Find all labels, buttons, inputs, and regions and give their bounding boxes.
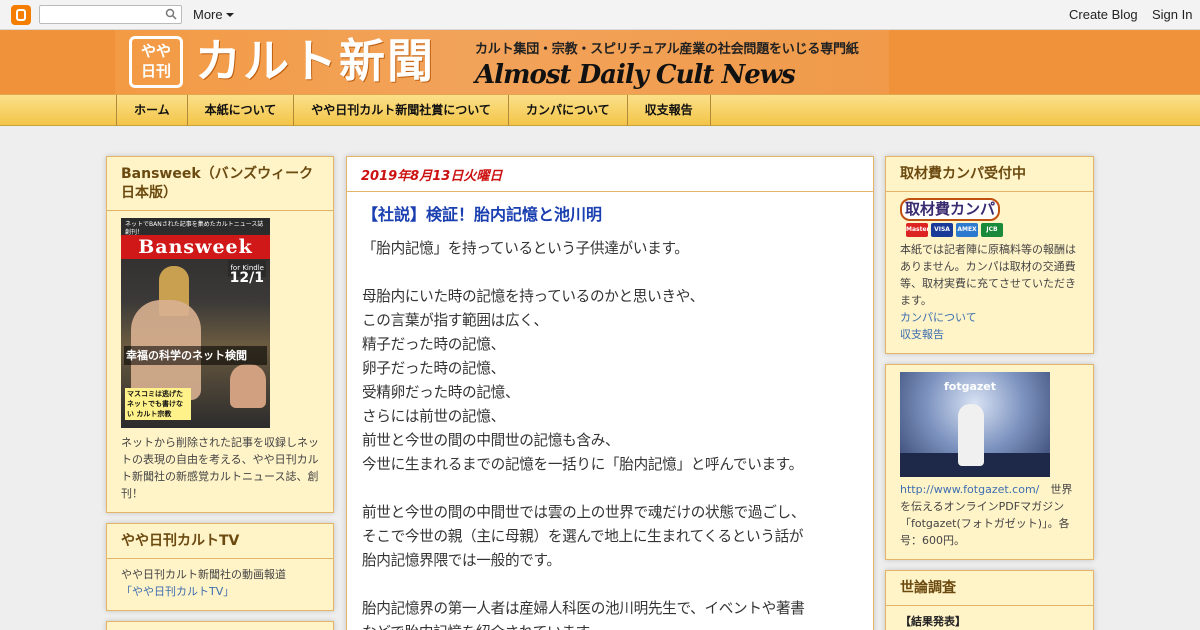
tabs-bar: ホーム 本紙について やや日刊カルト新聞社賞について カンパについて 収支報告 — [0, 94, 1200, 126]
fotgazet-brand: fotgazet — [944, 380, 997, 393]
widget-title: Bansweek（バンズウィーク日本版） — [107, 157, 333, 211]
post-date: 2019年8月13日火曜日 — [347, 157, 873, 192]
tab-about[interactable]: 本紙について — [188, 95, 295, 126]
post-line: さらには前世の記憶、 — [362, 408, 505, 425]
tab-award[interactable]: やや日刊カルト新聞社賞について — [294, 95, 509, 126]
payment-cards: Master VISA AMEX JCB — [906, 223, 1079, 237]
jcb-icon: JCB — [981, 223, 1003, 237]
post-paragraph: 母胎内にいた時の記憶を持っているのかと思いきや、 この言葉が指す範囲は広く、 精… — [362, 285, 858, 477]
post-paragraph: 胎内記憶界の第一人者は産婦人科医の池川明先生で、イベントや著書 などで胎内記憶を… — [362, 597, 858, 630]
tab-finance[interactable]: 収支報告 — [628, 95, 711, 126]
widget-title: 取材費カンパ受付中 — [886, 157, 1093, 192]
tab-kanpa[interactable]: カンパについて — [509, 95, 628, 126]
fotgazet-widget: fotgazet http://www.fotgazet.com/ 世界を伝える… — [885, 364, 1094, 560]
right-sidebar: 取材費カンパ受付中 取材費カンパ Master VISA AMEX JCB 本紙… — [885, 156, 1094, 630]
create-blog-link[interactable]: Create Blog — [1069, 7, 1138, 22]
mastercard-icon: Master — [906, 223, 930, 237]
kanpa-about-link[interactable]: カンパについて — [900, 309, 1079, 326]
post-line: 前世と今世の間の中間世の記憶も含み、 — [362, 432, 620, 449]
cult-tv-description: やや日刊カルト新聞社の動画報道 — [121, 568, 286, 581]
widget-title: やや日刊カルトTV — [107, 524, 333, 559]
more-label: More — [193, 7, 223, 22]
tab-home[interactable]: ホーム — [117, 95, 188, 126]
search-icon[interactable] — [165, 8, 177, 20]
fotgazet-image[interactable]: fotgazet — [900, 372, 1050, 477]
post-paragraph: 前世と今世の間の中間世では雲の上の世界で魂だけの状態で過ごし、 そこで今世の親（… — [362, 501, 858, 573]
blog-header: やや 日刊 カルト新聞 カルト集団・宗教・スピリチュアル産業の社会問題をいじる専… — [0, 30, 1200, 94]
next-widget-stub — [106, 621, 334, 630]
seal-line-2: 日刊 — [140, 62, 171, 80]
header-banner[interactable]: やや 日刊 カルト新聞 カルト集団・宗教・スピリチュアル産業の社会問題をいじる専… — [115, 30, 889, 94]
post-line: 前世と今世の間の中間世では雲の上の世界で魂だけの状態で過ごし、 — [362, 504, 806, 521]
main-post: 2019年8月13日火曜日 【社説】検証！胎内記憶と池川明 「胎内記憶」を持って… — [346, 156, 874, 630]
cult-tv-link[interactable]: 「やや日刊カルトTV」 — [121, 585, 234, 598]
cover-face — [230, 364, 266, 408]
fotgazet-person — [958, 404, 984, 466]
post-line: この言葉が指す範囲は広く、 — [362, 312, 548, 329]
cover-bottom-text: マスコミは逃げた ネットでも書けない カルト宗教 — [125, 388, 191, 420]
poll-result-label: 【結果発表】 — [900, 615, 966, 628]
more-menu[interactable]: More — [193, 7, 234, 22]
bansweek-cover-image[interactable]: ネットでBANされた記事を集めたカルトニュース誌創刊！ Bansweek for… — [121, 218, 270, 428]
chevron-down-icon — [225, 13, 234, 17]
header-seal: やや 日刊 — [129, 36, 183, 88]
post-line: 今世に生まれるまでの記憶を一括りに「胎内記憶」と呼んでいます。 — [362, 456, 803, 473]
post-body: 「胎内記憶」を持っているという子供達がいます。 母胎内にいた時の記憶を持っている… — [347, 226, 873, 630]
finance-report-link[interactable]: 収支報告 — [900, 326, 1079, 343]
cover-date: 12/1 — [229, 270, 264, 286]
poll-widget: 世論調査 【結果発表】 — [885, 570, 1094, 630]
post-line: 「胎内記憶」を持っているという子供達がいます。 — [362, 240, 689, 257]
amex-icon: AMEX — [956, 223, 978, 237]
sign-in-link[interactable]: Sign In — [1152, 7, 1192, 22]
post-line: 母胎内にいた時の記憶を持っているのかと思いきや、 — [362, 288, 704, 305]
fotgazet-text: http://www.fotgazet.com/ 世界を伝えるオンラインPDFマ… — [900, 481, 1079, 549]
bansweek-description: ネットから削除された記事を収録しネットの表現の自由を考える、やや日刊カルト新聞社… — [121, 436, 319, 500]
cover-masthead: Bansweek — [121, 235, 270, 259]
post-line: 受精卵だった時の記憶、 — [362, 384, 520, 401]
blog-subtitle: カルト集団・宗教・スピリチュアル産業の社会問題をいじる専門紙 — [475, 42, 859, 57]
kanpa-badge[interactable]: 取材費カンパ — [900, 198, 1001, 221]
page-tabs: ホーム 本紙について やや日刊カルト新聞社賞について カンパについて 収支報告 — [116, 95, 711, 126]
post-line: 胎内記憶界の第一人者は産婦人科医の池川明先生で、イベントや著書 — [362, 600, 805, 617]
visa-icon: VISA — [931, 223, 953, 237]
post-line: などで胎内記憶を紹介されています。 — [362, 621, 858, 630]
bansweek-widget: Bansweek（バンズウィーク日本版） ネットでBANされた記事を集めたカルト… — [106, 156, 334, 513]
blogger-navbar: More Create Blog Sign In — [0, 0, 1200, 30]
kanpa-widget: 取材費カンパ受付中 取材費カンパ Master VISA AMEX JCB 本紙… — [885, 156, 1094, 354]
left-sidebar: Bansweek（バンズウィーク日本版） ネットでBANされた記事を集めたカルト… — [106, 156, 334, 630]
fotgazet-link[interactable]: http://www.fotgazet.com/ — [900, 483, 1039, 496]
cover-headline: 幸福の科学のネット検閲 — [124, 346, 267, 365]
blog-title: カルト新聞 — [195, 34, 435, 88]
post-line: そこで今世の親（主に母親）を選んで地上に生まれてくるという話が — [362, 528, 804, 545]
seal-line-1: やや — [140, 42, 171, 60]
blogger-logo-icon[interactable] — [11, 5, 31, 25]
widget-title: 世論調査 — [886, 571, 1093, 606]
post-title[interactable]: 【社説】検証！胎内記憶と池川明 — [347, 192, 873, 226]
post-line: 精子だった時の記憶、 — [362, 336, 505, 353]
post-line: 卵子だった時の記憶、 — [362, 360, 505, 377]
cult-tv-widget: やや日刊カルトTV やや日刊カルト新聞社の動画報道 「やや日刊カルトTV」 — [106, 523, 334, 611]
post-line: 胎内記憶界隈では一般的です。 — [362, 552, 561, 569]
blog-search-input[interactable] — [39, 5, 182, 24]
post-paragraph: 「胎内記憶」を持っているという子供達がいます。 — [362, 237, 858, 261]
kanpa-description: 本紙では記者陣に原稿料等の報酬はありません。カンパは取材の交通費等、取材実費に充… — [900, 243, 1076, 307]
blog-english-title: Almost Daily Cult News — [475, 60, 796, 90]
